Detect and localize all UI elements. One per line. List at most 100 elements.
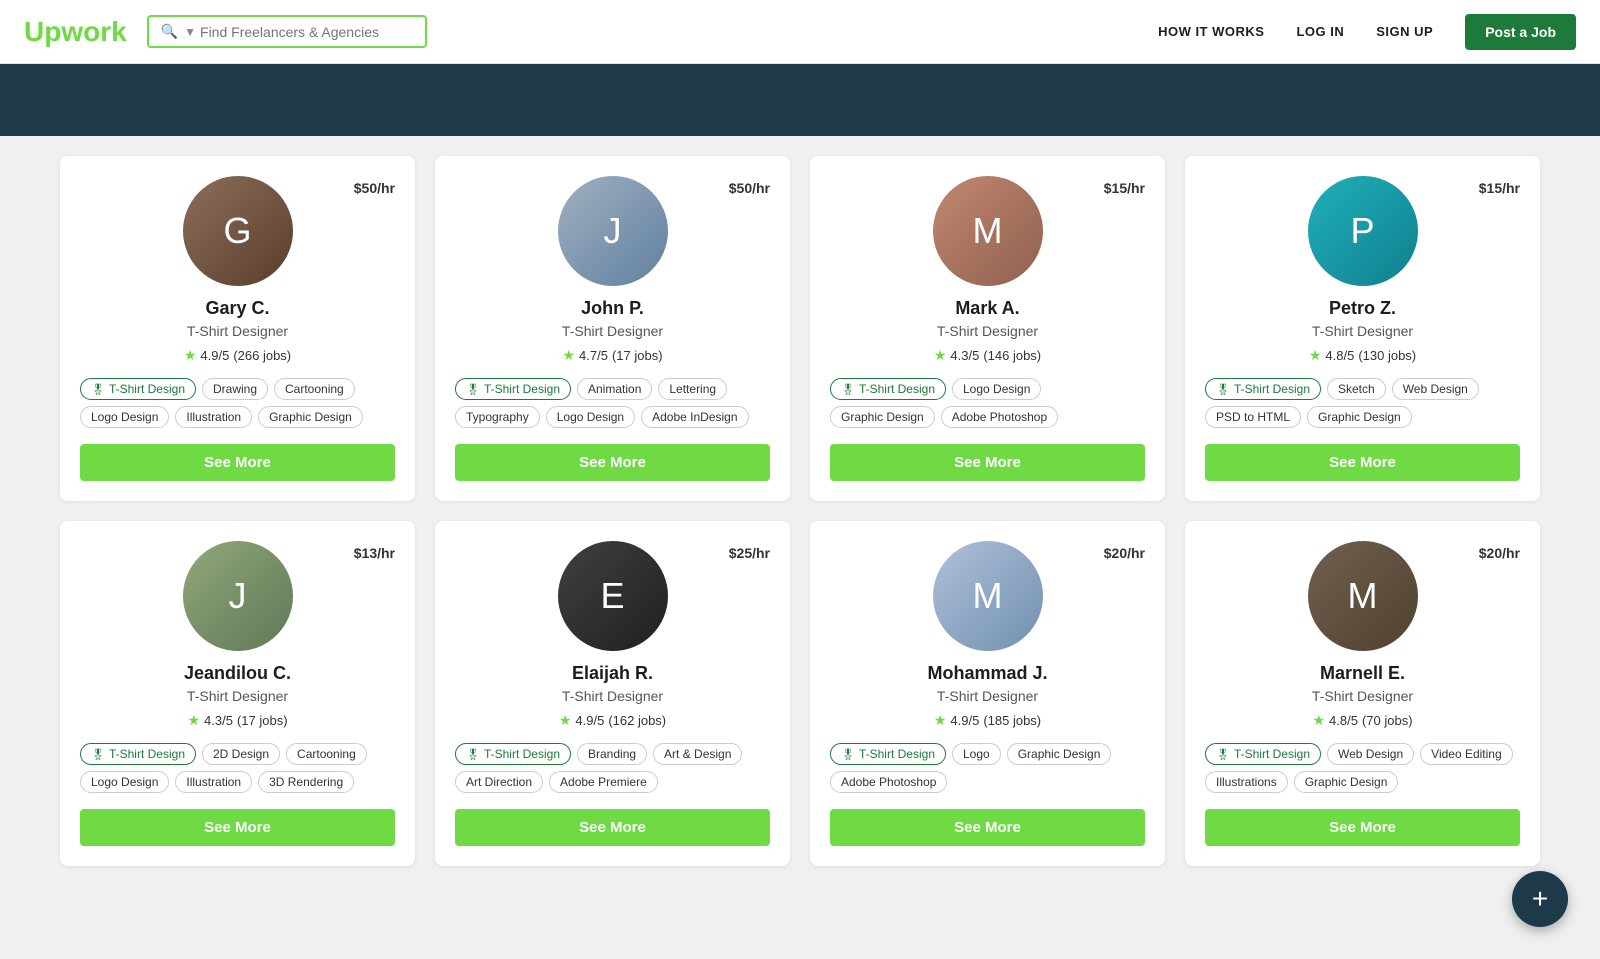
card-rate: $13/hr	[354, 545, 395, 561]
freelancer-name: Mark A.	[955, 298, 1019, 319]
tag[interactable]: Illustration	[175, 406, 252, 428]
tag-badge-icon: 🎖	[841, 748, 855, 761]
see-more-button[interactable]: See More	[830, 444, 1145, 481]
see-more-button[interactable]: See More	[830, 809, 1145, 846]
tag[interactable]: Adobe Photoshop	[830, 771, 947, 793]
freelancer-card: $15/hr P Petro Z. T-Shirt Designer ★ 4.8…	[1185, 156, 1540, 501]
nav-sign-up[interactable]: SIGN UP	[1376, 24, 1433, 39]
card-rate: $25/hr	[729, 545, 770, 561]
logo-up: Up	[24, 16, 61, 47]
search-input[interactable]	[200, 24, 413, 40]
tag[interactable]: Video Editing	[1420, 743, 1513, 765]
search-bar[interactable]: 🔍 ▼	[147, 15, 427, 48]
tag[interactable]: Web Design	[1392, 378, 1479, 400]
freelancer-title: T-Shirt Designer	[937, 323, 1038, 339]
freelancer-name: Marnell E.	[1320, 663, 1405, 684]
jobs-count: (17 jobs)	[612, 348, 663, 363]
tag[interactable]: PSD to HTML	[1205, 406, 1301, 428]
tag[interactable]: Adobe InDesign	[641, 406, 748, 428]
nav-log-in[interactable]: LOG IN	[1296, 24, 1344, 39]
star-icon: ★	[559, 712, 572, 729]
card-rate: $50/hr	[354, 180, 395, 196]
tag-badge-icon: 🎖	[841, 383, 855, 396]
logo[interactable]: Upwork	[24, 16, 127, 48]
rating-value: 4.8/5	[1329, 713, 1358, 728]
tag[interactable]: Graphic Design	[258, 406, 363, 428]
rating: ★ 4.8/5 (70 jobs)	[1312, 712, 1412, 729]
tag[interactable]: Graphic Design	[830, 406, 935, 428]
tag[interactable]: Illustration	[175, 771, 252, 793]
jobs-count: (162 jobs)	[608, 713, 666, 728]
see-more-button[interactable]: See More	[80, 444, 395, 481]
tag[interactable]: 🎖 T-Shirt Design	[830, 743, 946, 765]
see-more-button[interactable]: See More	[1205, 444, 1520, 481]
see-more-button[interactable]: See More	[1205, 809, 1520, 846]
tag[interactable]: 🎖 T-Shirt Design	[80, 378, 196, 400]
freelancer-card: $20/hr M Mohammad J. T-Shirt Designer ★ …	[810, 521, 1165, 866]
tags-container: 🎖 T-Shirt Design Logo Graphic Design	[830, 743, 1145, 793]
see-more-button[interactable]: See More	[80, 809, 395, 846]
tag[interactable]: Graphic Design	[1307, 406, 1412, 428]
tag[interactable]: Art & Design	[653, 743, 742, 765]
tag[interactable]: Illustrations	[1205, 771, 1288, 793]
rating-value: 4.3/5	[950, 348, 979, 363]
tag-badge-icon: 🎖	[1216, 383, 1230, 396]
tag[interactable]: 🎖 T-Shirt Design	[455, 378, 571, 400]
tag[interactable]: 3D Rendering	[258, 771, 354, 793]
tag[interactable]: Typography	[455, 406, 540, 428]
avatar: M	[933, 176, 1043, 286]
see-more-button[interactable]: See More	[455, 809, 770, 846]
tag[interactable]: Cartooning	[286, 743, 367, 765]
rating-value: 4.9/5	[575, 713, 604, 728]
tag[interactable]: Logo Design	[952, 378, 1041, 400]
tag[interactable]: Sketch	[1327, 378, 1386, 400]
fab-button[interactable]: +	[1512, 871, 1568, 927]
tag[interactable]: 🎖 T-Shirt Design	[1205, 743, 1321, 765]
card-rate: $50/hr	[729, 180, 770, 196]
rating: ★ 4.7/5 (17 jobs)	[562, 347, 662, 364]
rating: ★ 4.9/5 (266 jobs)	[184, 347, 291, 364]
freelancer-grid-row2: $13/hr J Jeandilou C. T-Shirt Designer ★…	[60, 521, 1540, 866]
tag[interactable]: Logo	[952, 743, 1001, 765]
freelancer-title: T-Shirt Designer	[1312, 688, 1413, 704]
freelancer-title: T-Shirt Designer	[1312, 323, 1413, 339]
tag[interactable]: Animation	[577, 378, 652, 400]
tag[interactable]: Graphic Design	[1294, 771, 1399, 793]
tag[interactable]: 🎖 T-Shirt Design	[1205, 378, 1321, 400]
rating: ★ 4.3/5 (146 jobs)	[934, 347, 1041, 364]
freelancer-title: T-Shirt Designer	[187, 323, 288, 339]
rating: ★ 4.9/5 (185 jobs)	[934, 712, 1041, 729]
tag[interactable]: Drawing	[202, 378, 268, 400]
search-dropdown-arrow[interactable]: ▼	[184, 25, 196, 39]
tag[interactable]: Graphic Design	[1007, 743, 1112, 765]
tag[interactable]: Web Design	[1327, 743, 1414, 765]
see-more-button[interactable]: See More	[455, 444, 770, 481]
tag[interactable]: Logo Design	[80, 406, 169, 428]
nav-how-it-works[interactable]: HOW IT WORKS	[1158, 24, 1264, 39]
logo-work: work	[61, 16, 126, 47]
tag[interactable]: Cartooning	[274, 378, 355, 400]
tag[interactable]: Logo Design	[80, 771, 169, 793]
card-rate: $20/hr	[1479, 545, 1520, 561]
post-job-button[interactable]: Post a Job	[1465, 14, 1576, 50]
rating-value: 4.7/5	[579, 348, 608, 363]
freelancer-card: $50/hr G Gary C. T-Shirt Designer ★ 4.9/…	[60, 156, 415, 501]
tag[interactable]: Adobe Premiere	[549, 771, 658, 793]
star-icon: ★	[1312, 712, 1325, 729]
tag[interactable]: 🎖 T-Shirt Design	[830, 378, 946, 400]
tag[interactable]: Adobe Photoshop	[941, 406, 1058, 428]
tag[interactable]: Logo Design	[546, 406, 635, 428]
tags-container: 🎖 T-Shirt Design 2D Design Cartooning	[80, 743, 395, 793]
tag[interactable]: Lettering	[658, 378, 727, 400]
star-icon: ★	[187, 712, 200, 729]
rating-value: 4.3/5	[204, 713, 233, 728]
card-rate: $20/hr	[1104, 545, 1145, 561]
freelancer-name: John P.	[581, 298, 644, 319]
hero-banner	[0, 64, 1600, 136]
tag[interactable]: 🎖 T-Shirt Design	[455, 743, 571, 765]
tag[interactable]: Branding	[577, 743, 647, 765]
tag[interactable]: 🎖 T-Shirt Design	[80, 743, 196, 765]
freelancer-name: Gary C.	[205, 298, 269, 319]
tag[interactable]: 2D Design	[202, 743, 280, 765]
tag[interactable]: Art Direction	[455, 771, 543, 793]
